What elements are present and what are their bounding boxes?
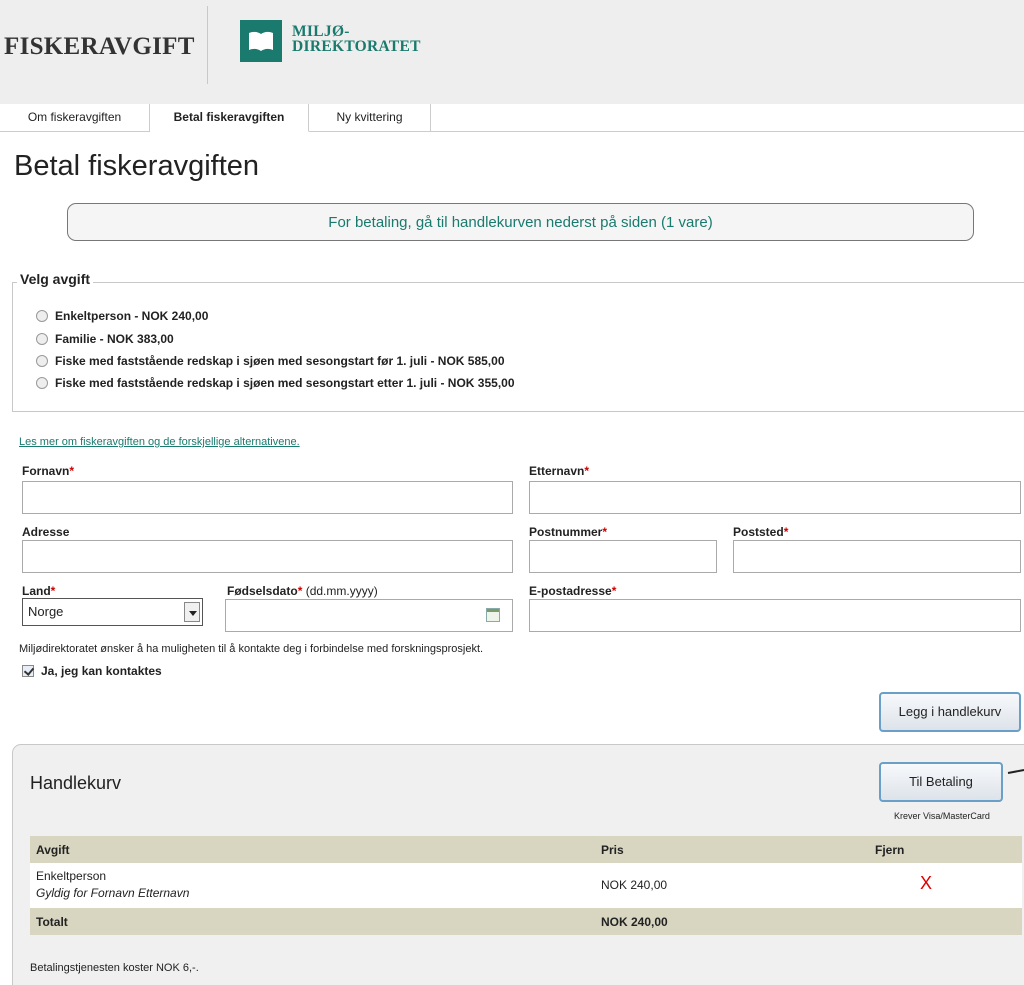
cart-table-header: Avgift Pris Fjern <box>30 836 1022 863</box>
cart-title: Handlekurv <box>30 773 122 793</box>
land-select[interactable]: Norge <box>22 598 203 626</box>
etternavn-input[interactable] <box>529 481 1021 514</box>
checkout-button[interactable]: Til Betaling <box>879 762 1003 802</box>
tab-ny-kvittering[interactable]: Ny kvittering <box>309 104 431 132</box>
required-marker: * <box>584 464 590 478</box>
etternavn-label: Etternavn* <box>529 464 590 478</box>
add-to-cart-button[interactable]: Legg i handlekurv <box>879 692 1021 732</box>
table-row: Enkeltperson Gyldig for Fornavn Etternav… <box>30 863 1022 908</box>
column-header-avgift: Avgift <box>36 843 70 857</box>
contact-consent-label[interactable]: Ja, jeg kan kontaktes <box>41 664 162 678</box>
arrow-pointer-icon <box>1007 769 1024 774</box>
contact-consent-checkbox[interactable] <box>22 665 34 677</box>
required-marker: * <box>783 525 789 539</box>
poststed-input[interactable] <box>733 540 1021 573</box>
postnummer-label: Postnummer* <box>529 525 608 539</box>
cart-notice: For betaling, gå til handlekurven neders… <box>67 203 974 241</box>
adresse-input[interactable] <box>22 540 513 573</box>
fee-legend: Velg avgift <box>17 271 94 287</box>
epost-input[interactable] <box>529 599 1021 632</box>
agency-logo-text[interactable]: MILJØ- DIREKTORATET <box>292 23 421 55</box>
site-header: FISKERAVGIFT MILJØ- DIREKTORATET <box>0 0 1024 104</box>
total-label: Totalt <box>36 915 68 929</box>
site-brand[interactable]: FISKERAVGIFT <box>4 33 195 61</box>
book-logo-icon[interactable] <box>240 20 282 62</box>
logo-line-1: MILJØ- <box>292 23 350 40</box>
checkout-card-note: Krever Visa/MasterCard <box>894 811 990 821</box>
header-divider <box>207 6 208 84</box>
fodselsdato-label: Fødselsdato* (dd.mm.yyyy) <box>227 584 378 598</box>
payment-fee-note: Betalingstjenesten koster NOK 6,-. <box>30 962 199 974</box>
date-format-hint: (dd.mm.yyyy) <box>302 584 378 598</box>
radio-label: Familie - NOK 383,00 <box>55 332 174 346</box>
fornavn-label: Fornavn* <box>22 464 75 478</box>
consent-text: Miljødirektoratet ønsker å ha muligheten… <box>19 643 484 655</box>
radio-label: Fiske med faststående redskap i sjøen me… <box>55 354 505 368</box>
item-price: NOK 240,00 <box>601 878 668 892</box>
land-selected-value: Norge <box>28 604 64 619</box>
column-header-fjern: Fjern <box>875 843 905 857</box>
radio-label: Enkeltperson - NOK 240,00 <box>55 309 209 323</box>
tab-betal-fiskeravgiften[interactable]: Betal fiskeravgiften <box>150 104 309 132</box>
logo-line-2: DIREKTORATET <box>292 38 421 55</box>
fornavn-input[interactable] <box>22 481 513 514</box>
fodselsdato-input[interactable] <box>225 599 513 632</box>
item-subtitle: Gyldig for Fornavn Etternavn <box>36 886 190 900</box>
radio-button[interactable] <box>36 333 48 345</box>
postnummer-input[interactable] <box>529 540 717 573</box>
required-marker: * <box>611 584 617 598</box>
tab-om-fiskeravgiften[interactable]: Om fiskeravgiften <box>0 104 150 132</box>
main-tabs: Om fiskeravgiften Betal fiskeravgiften N… <box>0 104 1024 132</box>
column-header-pris: Pris <box>601 843 624 857</box>
radio-button[interactable] <box>36 377 48 389</box>
radio-button[interactable] <box>36 310 48 322</box>
epost-label: E-postadresse* <box>529 584 617 598</box>
required-marker: * <box>69 464 75 478</box>
poststed-label: Poststed* <box>733 525 789 539</box>
info-link[interactable]: Les mer om fiskeravgiften og de forskjel… <box>19 436 300 448</box>
calendar-icon[interactable] <box>486 608 500 622</box>
total-value: NOK 240,00 <box>601 915 668 929</box>
fee-fieldset <box>12 282 1024 412</box>
page-title: Betal fiskeravgiften <box>14 150 260 182</box>
radio-label: Fiske med faststående redskap i sjøen me… <box>55 376 515 390</box>
adresse-label: Adresse <box>22 525 70 539</box>
cart-total-row: Totalt NOK 240,00 <box>30 908 1022 935</box>
land-label: Land* <box>22 584 56 598</box>
required-marker: * <box>602 525 608 539</box>
remove-item-icon[interactable]: X <box>920 873 932 893</box>
required-marker: * <box>50 584 56 598</box>
item-name: Enkeltperson <box>36 869 107 883</box>
radio-button[interactable] <box>36 355 48 367</box>
dropdown-arrow-icon[interactable] <box>184 602 200 622</box>
